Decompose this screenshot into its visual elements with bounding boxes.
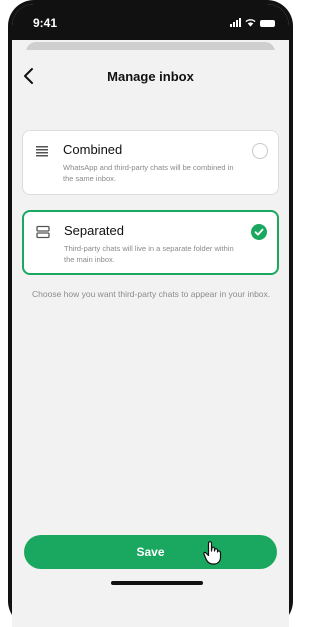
status-time: 9:41 <box>33 16 58 30</box>
header: Manage inbox <box>12 64 289 88</box>
radio-unchecked[interactable] <box>252 143 268 159</box>
home-indicator <box>111 581 203 585</box>
option-combined[interactable]: Combined WhatsApp and third-party chats … <box>22 130 279 195</box>
status-bar: 9:41 <box>12 4 289 40</box>
save-button[interactable]: Save <box>24 535 277 569</box>
phone-frame: 9:41 Manage inbox Combined WhatsApp and … <box>8 0 293 627</box>
option-description: Third-party chats will live in a separat… <box>64 244 234 264</box>
signal-icon <box>230 18 241 27</box>
option-separated[interactable]: Separated Third-party chats will live in… <box>22 210 279 275</box>
battery-icon <box>260 20 275 27</box>
checkmark-icon <box>254 228 264 236</box>
wifi-icon <box>245 19 256 27</box>
status-icons <box>230 18 275 27</box>
split-boxes-icon <box>36 225 50 239</box>
option-title: Combined <box>63 142 123 157</box>
option-title: Separated <box>64 223 124 238</box>
screen: 9:41 Manage inbox Combined WhatsApp and … <box>12 4 289 627</box>
list-lines-icon <box>36 146 48 157</box>
hint-text: Choose how you want third-party chats to… <box>32 289 271 299</box>
option-description: WhatsApp and third-party chats will be c… <box>63 163 234 183</box>
radio-checked[interactable] <box>251 224 267 240</box>
hand-cursor-icon <box>203 541 222 565</box>
save-button-label: Save <box>136 545 165 559</box>
page-title: Manage inbox <box>107 69 194 84</box>
